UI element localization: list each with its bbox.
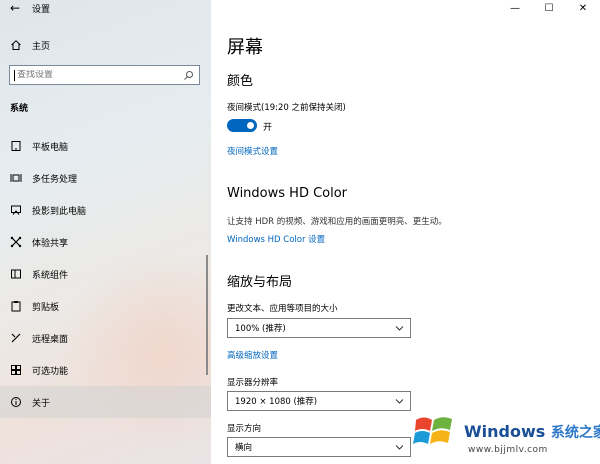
scale-value: 100% (推荐) bbox=[235, 324, 286, 334]
search-box[interactable] bbox=[9, 65, 200, 85]
app-title: 设置 bbox=[32, 4, 51, 15]
sidebar-item-label: 多任务处理 bbox=[32, 174, 78, 185]
watermark-url: www.bjjmlv.com bbox=[468, 445, 548, 455]
clipboard-icon bbox=[9, 299, 23, 313]
project-icon bbox=[9, 203, 23, 217]
sidebar-item-remote-desktop[interactable]: 远程桌面 bbox=[0, 322, 211, 354]
sidebar-item-label: 剪贴板 bbox=[32, 302, 60, 313]
sidebar-item-label: 平板电脑 bbox=[32, 142, 69, 153]
sidebar-item-optional-features[interactable]: 可选功能 bbox=[0, 354, 211, 386]
resolution-dropdown[interactable]: 1920 × 1080 (推荐) bbox=[227, 391, 411, 411]
hdr-settings-link[interactable]: Windows HD Color 设置 bbox=[227, 233, 325, 245]
home-icon bbox=[9, 38, 23, 52]
search-icon[interactable] bbox=[183, 70, 194, 81]
text-caret bbox=[14, 69, 15, 81]
sidebar-item-system-components[interactable]: 系统组件 bbox=[0, 258, 211, 290]
sidebar-item-label: 远程桌面 bbox=[32, 334, 69, 345]
advanced-scaling-link[interactable]: 高级缩放设置 bbox=[227, 349, 278, 361]
search-input[interactable] bbox=[17, 70, 177, 80]
watermark-brand-en: Windows bbox=[464, 422, 546, 441]
toggle-state-label: 开 bbox=[263, 123, 273, 133]
chevron-down-icon bbox=[395, 445, 404, 450]
chevron-down-icon bbox=[395, 399, 404, 404]
watermark-brand-cn: 系统之家 bbox=[550, 425, 600, 441]
remote-desktop-icon bbox=[9, 331, 23, 345]
minimize-icon: — bbox=[510, 2, 520, 14]
sidebar-item-multitasking[interactable]: 多任务处理 bbox=[0, 162, 211, 194]
back-button[interactable]: ← bbox=[0, 0, 30, 16]
sidebar-item-label: 可选功能 bbox=[32, 366, 69, 377]
scale-label: 更改文本、应用等项目的大小 bbox=[227, 304, 338, 314]
title-bar: ← 设置 bbox=[0, 0, 211, 16]
components-icon bbox=[9, 267, 23, 281]
orientation-label: 显示方向 bbox=[227, 424, 262, 434]
orientation-value: 横向 bbox=[235, 443, 253, 453]
sidebar-item-label: 投影到此电脑 bbox=[32, 206, 87, 217]
resolution-label: 显示器分辨率 bbox=[227, 378, 279, 388]
sidebar-item-label: 体验共享 bbox=[32, 238, 69, 249]
hdr-heading: Windows HD Color bbox=[227, 186, 348, 201]
watermark-brand: Windows 系统之家 bbox=[464, 422, 600, 442]
night-light-settings-link[interactable]: 夜间模式设置 bbox=[227, 145, 278, 157]
sidebar-scrollbar[interactable] bbox=[206, 255, 208, 375]
sidebar-item-about[interactable]: 关于 bbox=[0, 386, 211, 418]
home-label: 主页 bbox=[32, 41, 51, 52]
close-button[interactable]: ✕ bbox=[566, 0, 600, 16]
resolution-value: 1920 × 1080 (推荐) bbox=[235, 397, 318, 407]
maximize-icon: ☐ bbox=[544, 2, 554, 14]
section-title: 系统 bbox=[10, 104, 29, 114]
chevron-down-icon bbox=[395, 326, 404, 331]
windows-logo-icon bbox=[413, 417, 452, 444]
layout-heading: 缩放与布局 bbox=[227, 275, 293, 290]
sidebar-item-tablet[interactable]: 平板电脑 bbox=[0, 130, 211, 162]
toggle-knob bbox=[247, 122, 254, 129]
night-light-toggle[interactable] bbox=[227, 119, 257, 132]
close-icon: ✕ bbox=[578, 2, 588, 14]
share-icon bbox=[9, 235, 23, 249]
sidebar: ← 设置 主页 系统 平板电脑 多任务处理 bbox=[0, 0, 211, 464]
window-controls: — ☐ ✕ bbox=[498, 0, 600, 16]
sidebar-item-label: 系统组件 bbox=[32, 270, 69, 281]
sidebar-item-clipboard[interactable]: 剪贴板 bbox=[0, 290, 211, 322]
main-content: — ☐ ✕ 屏幕 颜色 夜间模式(19:20 之前保持关闭) 开 夜间模式设置 … bbox=[211, 0, 600, 464]
watermark: Windows 系统之家 www.bjjmlv.com bbox=[412, 410, 600, 464]
tablet-icon bbox=[9, 139, 23, 153]
sidebar-item-label: 关于 bbox=[32, 398, 51, 409]
color-heading: 颜色 bbox=[227, 74, 254, 89]
hdr-description: 让支持 HDR 的视频、游戏和应用的画面更明亮、更生动。 bbox=[227, 217, 447, 227]
nav-list: 平板电脑 多任务处理 投影到此电脑 体验共享 系统组件 剪贴板 远程桌面 可选功… bbox=[0, 130, 211, 418]
orientation-dropdown[interactable]: 横向 bbox=[227, 437, 411, 457]
scale-dropdown[interactable]: 100% (推荐) bbox=[227, 318, 411, 338]
minimize-button[interactable]: — bbox=[498, 0, 532, 16]
info-icon bbox=[9, 395, 23, 409]
back-arrow-icon: ← bbox=[9, 1, 21, 15]
maximize-button[interactable]: ☐ bbox=[532, 0, 566, 16]
sidebar-item-project-to-pc[interactable]: 投影到此电脑 bbox=[0, 194, 211, 226]
night-light-label: 夜间模式(19:20 之前保持关闭) bbox=[227, 103, 346, 113]
page-title: 屏幕 bbox=[227, 37, 263, 58]
optional-features-icon bbox=[9, 363, 23, 377]
sidebar-item-shared-experiences[interactable]: 体验共享 bbox=[0, 226, 211, 258]
home-nav-item[interactable]: 主页 bbox=[0, 36, 211, 54]
multitask-icon bbox=[9, 171, 23, 185]
